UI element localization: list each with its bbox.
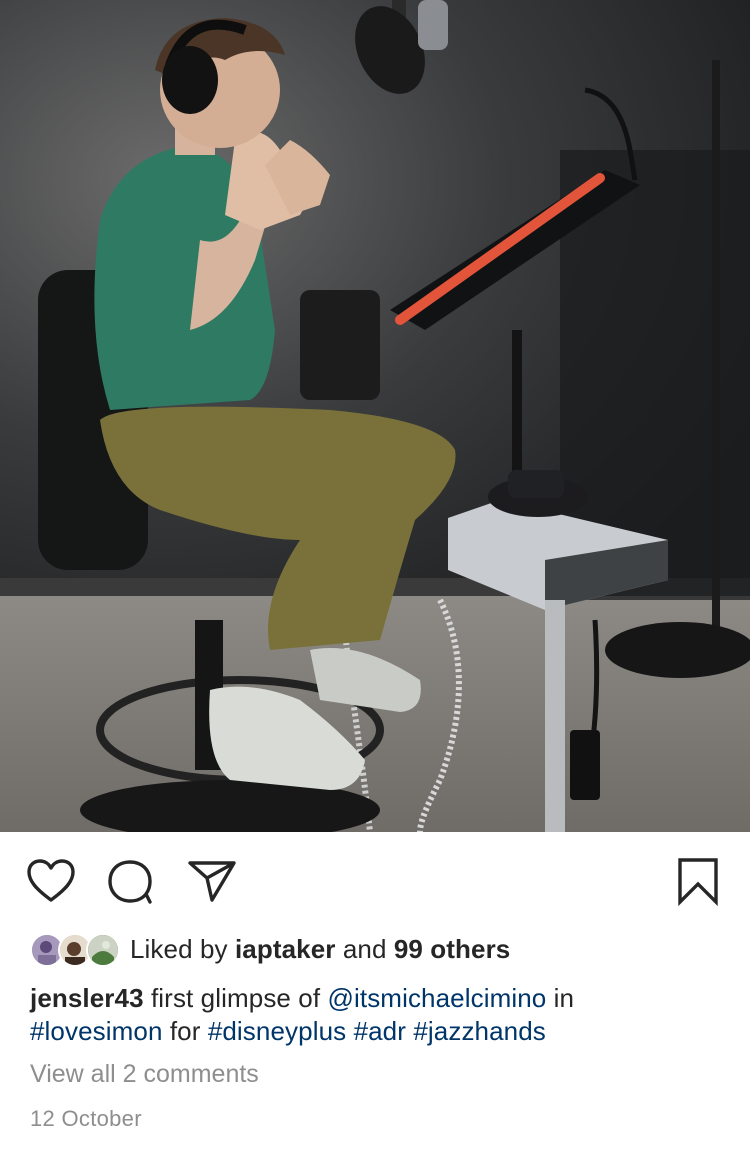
- caption-text: in: [546, 983, 575, 1013]
- liker-avatars[interactable]: [30, 930, 124, 968]
- post-date: 12 October: [30, 1106, 142, 1131]
- caption-text: for: [162, 1016, 208, 1046]
- comment-icon[interactable]: [106, 858, 156, 906]
- likes-prefix: Liked by: [130, 933, 228, 964]
- likes-conjunction: and: [342, 933, 387, 964]
- recording-studio-image: [0, 0, 750, 832]
- post-caption: jensler43 first glimpse of @itsmichaelci…: [30, 982, 730, 1048]
- bookmark-icon[interactable]: [676, 856, 720, 906]
- likes-row: Liked by iaptaker and 99 others: [30, 930, 510, 968]
- caption-text: first glimpse of: [143, 983, 328, 1013]
- heart-icon[interactable]: [26, 858, 76, 904]
- caption-username[interactable]: jensler43: [30, 983, 144, 1013]
- hashtag-link[interactable]: #adr: [354, 1016, 406, 1046]
- likes-summary: Liked by iaptaker and 99 others: [130, 934, 510, 965]
- avatar: [86, 933, 120, 967]
- hashtag-link[interactable]: #jazzhands: [413, 1016, 546, 1046]
- liker-username[interactable]: iaptaker: [235, 934, 336, 964]
- hashtag-link[interactable]: #disneyplus: [208, 1016, 346, 1046]
- post-photo[interactable]: [0, 0, 750, 832]
- likes-others-link[interactable]: 99 others: [394, 934, 511, 964]
- view-all-comments-link[interactable]: View all 2 comments: [30, 1060, 259, 1089]
- hashtag-link[interactable]: #lovesimon: [30, 1016, 163, 1046]
- post-action-bar: [0, 832, 750, 928]
- share-icon[interactable]: [186, 858, 238, 904]
- caption-mention[interactable]: @itsmichaelcimino: [328, 983, 547, 1013]
